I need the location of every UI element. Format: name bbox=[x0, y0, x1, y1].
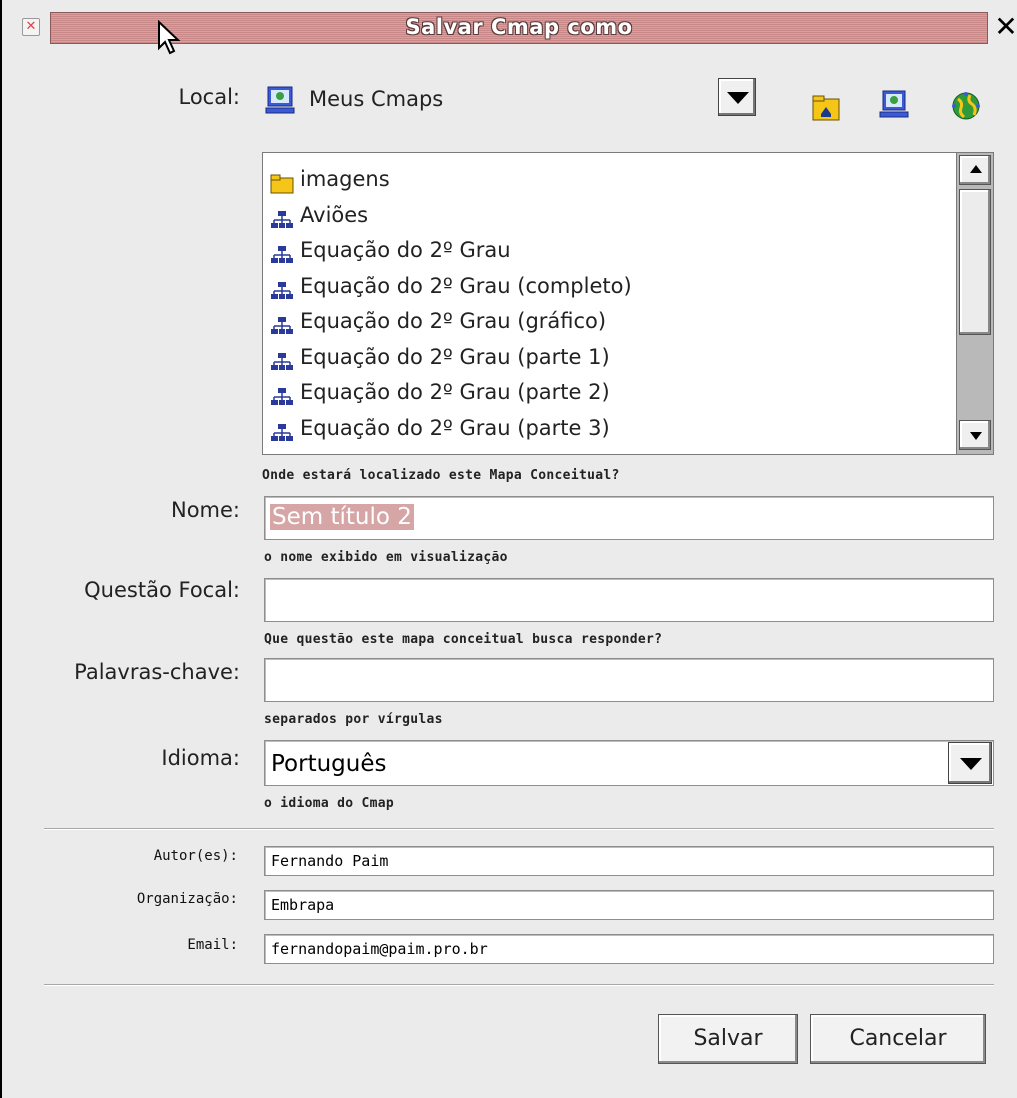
save-dialog: ✕ Salvar Cmap como ✕ Local: Meus Cmaps i… bbox=[0, 0, 1017, 1098]
list-item-label: Aviões bbox=[300, 202, 369, 227]
name-value: Sem título 2 bbox=[270, 504, 414, 530]
list-item-label: Equação do 2º Grau (parte 3) bbox=[300, 415, 610, 440]
list-item-label: Equação do 2º Grau (parte 2) bbox=[300, 380, 610, 404]
keywords-hint: separados por vírgulas bbox=[264, 712, 443, 727]
focus-question-input[interactable] bbox=[264, 578, 994, 622]
name-label: Nome: bbox=[170, 498, 240, 522]
folder-icon bbox=[270, 170, 294, 194]
cmap-icon bbox=[270, 383, 294, 405]
scroll-down-button[interactable] bbox=[959, 420, 991, 450]
language-label: Idioma: bbox=[161, 746, 240, 770]
cmap-icon bbox=[270, 206, 294, 228]
focus-question-label: Questão Focal: bbox=[84, 578, 240, 602]
globe-icon[interactable] bbox=[950, 90, 982, 122]
separator bbox=[44, 984, 994, 986]
organization-input[interactable]: Embrapa bbox=[264, 890, 994, 920]
list-item-label: Equação do 2º Grau (parte 1) bbox=[300, 344, 610, 369]
author-label: Autor(es): bbox=[153, 848, 238, 864]
close-window-button[interactable]: ✕ bbox=[994, 10, 1017, 44]
list-item-label: Equação do 2º Grau bbox=[300, 238, 511, 262]
save-button[interactable]: Salvar bbox=[658, 1014, 798, 1064]
my-computer-icon[interactable] bbox=[878, 88, 910, 120]
author-input[interactable]: Fernando Paim bbox=[264, 846, 994, 876]
language-select[interactable]: Português bbox=[264, 740, 994, 786]
window-title: Salvar Cmap como bbox=[405, 15, 633, 39]
list-item-label: imagens bbox=[300, 167, 390, 191]
computer-icon bbox=[265, 86, 295, 114]
local-dropdown-button[interactable] bbox=[718, 78, 756, 116]
language-hint: o idioma do Cmap bbox=[264, 796, 395, 811]
cmap-icon bbox=[270, 277, 294, 299]
email-input[interactable]: fernandopaim@paim.pro.br bbox=[264, 934, 994, 964]
cmap-icon bbox=[270, 312, 294, 334]
focus-question-hint: Que questão este mapa conceitual busca r… bbox=[264, 632, 663, 647]
email-label: Email: bbox=[187, 937, 238, 953]
keywords-label: Palavras-chave: bbox=[74, 660, 240, 684]
cancel-button[interactable]: Cancelar bbox=[810, 1014, 986, 1064]
title-bar[interactable]: ✕ Salvar Cmap como ✕ bbox=[2, 0, 1017, 55]
list-scrollbar[interactable] bbox=[956, 153, 993, 454]
local-label: Local: bbox=[178, 85, 240, 109]
name-hint: o nome exibido em visualização bbox=[264, 550, 508, 565]
cmap-icon bbox=[270, 419, 294, 441]
scroll-thumb[interactable] bbox=[959, 189, 991, 335]
close-icon[interactable]: ✕ bbox=[22, 18, 40, 36]
organization-label: Organização: bbox=[136, 891, 238, 907]
email-value: fernandopaim@paim.pro.br bbox=[271, 940, 488, 958]
list-hint: Onde estará localizado este Mapa Conceit… bbox=[262, 468, 620, 483]
language-value: Português bbox=[271, 751, 387, 777]
keywords-input[interactable] bbox=[264, 658, 994, 702]
author-value: Fernando Paim bbox=[271, 852, 389, 870]
language-dropdown-button[interactable] bbox=[948, 742, 992, 784]
cmap-icon bbox=[270, 241, 294, 263]
mouse-cursor-icon bbox=[158, 20, 181, 55]
organization-value: Embrapa bbox=[271, 896, 335, 914]
list-item-label: Equação do 2º Grau (completo) bbox=[300, 273, 632, 298]
name-input[interactable]: Sem título 2 bbox=[264, 496, 994, 540]
cmap-icon bbox=[270, 348, 294, 370]
folder-up-icon[interactable] bbox=[810, 92, 842, 124]
list-item-label: Equação do 2º Grau (gráfico) bbox=[300, 309, 607, 333]
local-value[interactable]: Meus Cmaps bbox=[309, 87, 443, 111]
scroll-up-button[interactable] bbox=[959, 155, 991, 185]
separator bbox=[44, 828, 994, 830]
